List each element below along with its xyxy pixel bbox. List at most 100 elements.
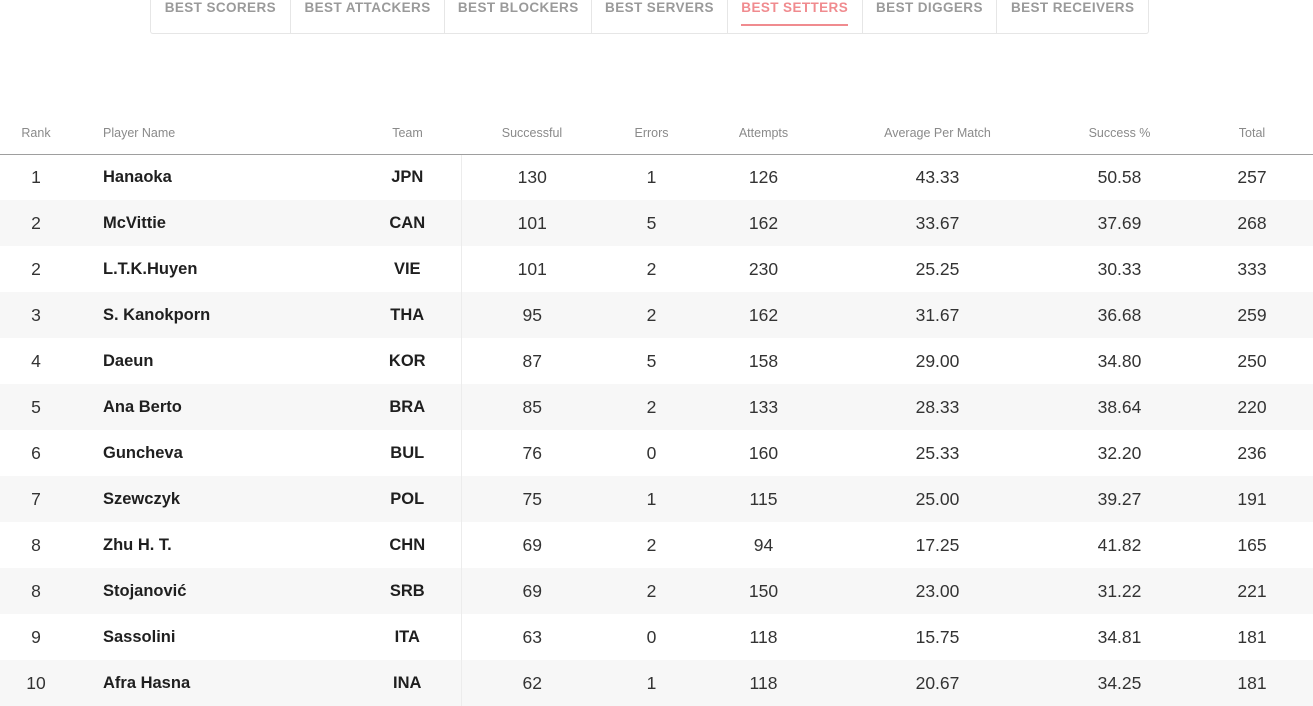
- cell-average-per-match: 25.00: [827, 476, 1048, 522]
- cell-player-name[interactable]: L.T.K.Huyen: [72, 246, 354, 292]
- cell-average-per-match: 15.75: [915, 626, 960, 647]
- cell-successful: 69: [461, 568, 603, 614]
- cell-errors: 2: [646, 534, 657, 555]
- cell-average-per-match: 25.33: [915, 442, 960, 463]
- cell-player-name[interactable]: Zhu H. T.: [72, 522, 354, 568]
- header-total[interactable]: Total: [1191, 112, 1313, 155]
- tab-best-diggers[interactable]: BEST DIGGERS: [863, 0, 998, 33]
- header-team[interactable]: Team: [354, 112, 461, 155]
- header-errors[interactable]: Errors: [603, 112, 700, 155]
- cell-team: INA: [354, 660, 462, 706]
- cell-total: 257: [1237, 166, 1267, 187]
- cell-average-per-match: 17.25: [915, 534, 960, 555]
- cell-player-name[interactable]: Stojanović: [72, 568, 354, 614]
- header-success-pct[interactable]: Success %: [1048, 112, 1191, 155]
- cell-attempts: 94: [753, 534, 774, 555]
- cell-total: 259: [1191, 292, 1313, 338]
- tab-label: BEST RECEIVERS: [1010, 0, 1135, 15]
- cell-player-name[interactable]: Sassolini: [72, 614, 354, 660]
- tab-best-setters[interactable]: BEST SETTERS: [728, 0, 863, 33]
- cell-attempts: 160: [748, 442, 779, 463]
- cell-success-pct: 50.58: [1097, 166, 1142, 187]
- cell-total: 236: [1237, 442, 1267, 463]
- cell-player-name[interactable]: Afra Hasna: [72, 660, 354, 706]
- cell-team: BRA: [354, 384, 462, 430]
- table-row: 2 L.T.K.Huyen VIE 101 2 230 25.25 30.33 333: [0, 246, 1313, 292]
- stat-category-tabs: BEST SCORERS BEST ATTACKERS BEST BLOCKER…: [150, 0, 1149, 34]
- cell-errors: 5: [603, 200, 700, 246]
- cell-average-per-match: 20.67: [827, 660, 1048, 706]
- cell-total: 333: [1237, 258, 1267, 279]
- header-player-name[interactable]: Player Name: [72, 112, 354, 155]
- cell-attempts: 115: [700, 476, 827, 522]
- cell-rank: 8: [31, 534, 41, 555]
- cell-success-pct: 32.20: [1097, 442, 1142, 463]
- cell-success-pct: 37.69: [1048, 200, 1191, 246]
- cell-player-name[interactable]: Hanaoka: [72, 154, 354, 200]
- cell-player-name[interactable]: Szewczyk: [72, 476, 354, 522]
- cell-player-name[interactable]: McVittie: [72, 200, 354, 246]
- setters-stats-table: Rank Player Name Team Successful Errors …: [0, 112, 1313, 706]
- cell-total: 221: [1191, 568, 1313, 614]
- tab-best-receivers[interactable]: BEST RECEIVERS: [997, 0, 1148, 33]
- cell-total: 165: [1237, 534, 1267, 555]
- tab-best-attackers[interactable]: BEST ATTACKERS: [291, 0, 446, 33]
- cell-team: JPN: [354, 154, 462, 200]
- cell-team: BUL: [354, 430, 462, 476]
- cell-team: THA: [354, 292, 462, 338]
- cell-rank: 9: [31, 626, 41, 647]
- cell-team: KOR: [354, 338, 462, 384]
- cell-player-name[interactable]: Daeun: [72, 338, 354, 384]
- tab-label: BEST SERVERS: [605, 0, 714, 15]
- cell-total: 181: [1191, 660, 1313, 706]
- cell-successful: 75: [461, 476, 603, 522]
- tab-best-blockers[interactable]: BEST BLOCKERS: [445, 0, 593, 33]
- header-attempts[interactable]: Attempts: [700, 112, 827, 155]
- cell-attempts: 162: [700, 200, 827, 246]
- header-successful[interactable]: Successful: [461, 112, 603, 155]
- header-rank[interactable]: Rank: [0, 112, 72, 155]
- cell-errors: 2: [603, 568, 700, 614]
- table-row: 2 McVittie CAN 101 5 162 33.67 37.69 268: [0, 200, 1313, 246]
- tab-label: BEST DIGGERS: [876, 0, 983, 15]
- cell-rank: 5: [0, 384, 72, 430]
- cell-rank: 1: [31, 166, 41, 187]
- cell-successful: 69: [522, 534, 542, 555]
- table-header-row: Rank Player Name Team Successful Errors …: [0, 112, 1313, 155]
- cell-player-name[interactable]: S. Kanokporn: [72, 292, 354, 338]
- table-row: 7 Szewczyk POL 75 1 115 25.00 39.27 191: [0, 476, 1313, 522]
- cell-successful: 101: [517, 258, 547, 279]
- cell-errors: 1: [603, 476, 700, 522]
- tab-best-servers[interactable]: BEST SERVERS: [592, 0, 728, 33]
- cell-errors: 2: [603, 384, 700, 430]
- cell-attempts: 150: [700, 568, 827, 614]
- cell-player-name[interactable]: Ana Berto: [72, 384, 354, 430]
- tab-best-scorers[interactable]: BEST SCORERS: [151, 0, 291, 33]
- cell-successful: 62: [461, 660, 603, 706]
- cell-errors: 1: [603, 660, 700, 706]
- cell-player-name[interactable]: Guncheva: [72, 430, 354, 476]
- header-average-per-match[interactable]: Average Per Match: [827, 112, 1048, 155]
- cell-successful: 87: [522, 350, 542, 371]
- table-row: 6 Guncheva BUL 76 0 160 25.33 32.20 236: [0, 430, 1313, 476]
- cell-success-pct: 38.64: [1048, 384, 1191, 430]
- cell-team: VIE: [354, 246, 462, 292]
- cell-attempts: 133: [700, 384, 827, 430]
- cell-average-per-match: 28.33: [827, 384, 1048, 430]
- cell-errors: 1: [646, 166, 657, 187]
- cell-success-pct: 31.22: [1048, 568, 1191, 614]
- cell-successful: 130: [517, 166, 547, 187]
- cell-rank: 6: [31, 442, 41, 463]
- table-row: 8 Stojanović SRB 69 2 150 23.00 31.22 221: [0, 568, 1313, 614]
- tab-label: BEST SETTERS: [741, 0, 849, 26]
- cell-rank: 2: [31, 258, 41, 279]
- table-row: 3 S. Kanokporn THA 95 2 162 31.67 36.68 259: [0, 292, 1313, 338]
- cell-errors: 2: [646, 258, 657, 279]
- cell-team: ITA: [354, 614, 462, 660]
- cell-errors: 2: [603, 292, 700, 338]
- table-row: 9 Sassolini ITA 63 0 118 15.75 34.81 181: [0, 614, 1313, 660]
- cell-successful: 85: [461, 384, 603, 430]
- cell-attempts: 126: [748, 166, 779, 187]
- cell-errors: 0: [646, 626, 657, 647]
- cell-attempts: 118: [700, 660, 827, 706]
